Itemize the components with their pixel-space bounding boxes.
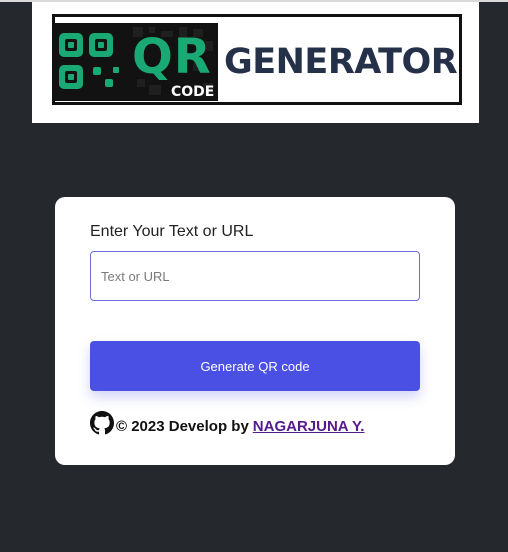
footer: © 2023 Develop by NAGARJUNA Y.	[90, 411, 364, 435]
author-link[interactable]: NAGARJUNA Y.	[253, 418, 365, 435]
header-banner: QR CODE GENERATOR	[32, 2, 479, 123]
logo-code-text: CODE	[171, 84, 215, 100]
generator-title: GENERATOR	[224, 42, 458, 82]
input-label: Enter Your Text or URL	[90, 223, 254, 240]
qr-logo: QR CODE	[53, 23, 218, 101]
logo-qr-text: QR	[132, 29, 212, 85]
text-url-input[interactable]	[90, 251, 420, 301]
generator-card: Enter Your Text or URL Generate QR code …	[55, 197, 455, 465]
generate-qr-button[interactable]: Generate QR code	[90, 341, 420, 391]
github-link[interactable]	[90, 411, 114, 435]
github-icon	[90, 411, 114, 435]
copyright-text: © 2023 Develop by	[116, 418, 249, 435]
